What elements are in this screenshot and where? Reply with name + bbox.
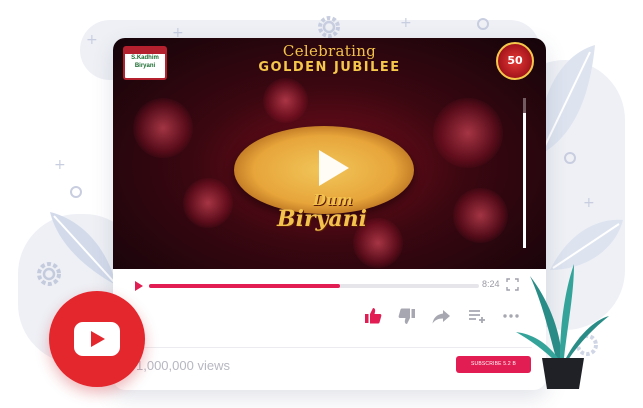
video-headline-line2: GOLDEN JUBILEE — [258, 60, 401, 75]
brand-logo-text: S.Kadhim Biryani — [131, 55, 159, 69]
bokeh-light — [133, 98, 193, 158]
circle-decoration — [70, 186, 82, 198]
progress-bar[interactable] — [149, 284, 479, 288]
brand-logo: S.Kadhim Biryani — [123, 46, 167, 80]
add-to-playlist-icon[interactable] — [467, 306, 487, 326]
play-button-icon[interactable] — [135, 281, 143, 291]
share-icon[interactable] — [431, 306, 451, 326]
video-headline-line1: Celebrating — [282, 42, 377, 60]
view-count: 1,000,000 views — [136, 358, 230, 373]
video-player-card: Celebrating GOLDEN JUBILEE S.Kadhim Biry… — [113, 38, 546, 390]
plus-decoration: + — [400, 15, 412, 31]
dish-title-line2: Biryani — [277, 206, 367, 232]
bokeh-light — [183, 178, 233, 228]
anniversary-badge: 50 — [496, 42, 534, 80]
plus-decoration: + — [86, 32, 98, 48]
bokeh-light — [453, 188, 508, 243]
youtube-logo-icon — [49, 291, 145, 387]
youtube-play-triangle — [91, 331, 105, 347]
video-time: 8:24 — [482, 279, 500, 289]
plus-decoration: + — [583, 195, 595, 211]
plant-icon — [516, 264, 609, 389]
plus-decoration: + — [54, 157, 66, 173]
gear-icon-left — [37, 262, 61, 286]
play-icon[interactable] — [319, 150, 349, 186]
circle-decoration — [477, 18, 489, 30]
youtube-logo-inner — [74, 322, 120, 356]
like-icon[interactable] — [363, 306, 383, 326]
volume-level — [523, 113, 526, 248]
bokeh-light — [433, 98, 503, 168]
dislike-icon[interactable] — [397, 306, 417, 326]
dish-title: Dum Biryani — [277, 193, 367, 232]
progress-fill — [149, 284, 341, 288]
divider — [135, 347, 532, 348]
video-frame[interactable]: Celebrating GOLDEN JUBILEE S.Kadhim Biry… — [113, 38, 546, 269]
bokeh-light — [263, 78, 308, 123]
circle-decoration — [564, 152, 576, 164]
volume-slider[interactable] — [523, 98, 526, 248]
